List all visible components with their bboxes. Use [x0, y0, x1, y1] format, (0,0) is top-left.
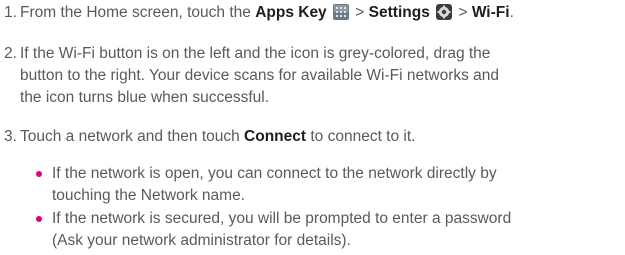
step-3-text-before: Touch a network and then touch — [20, 128, 245, 145]
step-3: 3. Touch a network and then touch Connect… — [4, 126, 619, 148]
step-2-number: 2. — [4, 45, 17, 62]
step-3-text-after: to connect to it. — [306, 128, 416, 145]
settings-gear-icon — [436, 4, 453, 20]
settings-label: Settings — [368, 4, 430, 21]
step-1-sep-2: > — [454, 4, 472, 21]
bullet-1-line-2: touching the Network name. — [52, 187, 245, 204]
apps-grid-icon — [333, 4, 349, 20]
wifi-label: Wi-Fi — [471, 4, 510, 21]
instructions-document: 1. From the Home screen, touch the Apps K… — [0, 0, 625, 255]
step-1-number: 1. — [4, 4, 17, 21]
step-1: 1. From the Home screen, touch the Apps K… — [4, 2, 619, 24]
step-3-number: 3. — [4, 128, 17, 145]
bullet-2-line-1: If the network is secured, you will be p… — [52, 210, 512, 227]
bullet-dot-icon — [36, 216, 42, 222]
step-1-end: . — [509, 4, 514, 21]
apps-key-label: Apps Key — [255, 4, 327, 21]
bullet-item-open-network: If the network is open, you can connect … — [36, 163, 621, 207]
step-1-text-before: From the Home screen, touch the — [20, 4, 256, 21]
step-2-line-1: If the Wi-Fi button is on the left and t… — [20, 45, 491, 62]
bullet-1-line-1: If the network is open, you can connect … — [52, 165, 497, 182]
step-2-line-2: button to the right. Your device scans f… — [20, 67, 500, 84]
bullet-2-line-2: (Ask your network administrator for deta… — [52, 232, 351, 249]
bullet-dot-icon — [36, 171, 42, 177]
step-2: 2. If the Wi-Fi button is on the left and… — [4, 43, 619, 109]
step-2-line-3: the icon turns blue when successful. — [20, 89, 269, 106]
bullet-item-secured-network: If the network is secured, you will be p… — [36, 208, 621, 252]
connect-label: Connect — [244, 128, 307, 145]
step-1-sep-1: > — [351, 4, 369, 21]
